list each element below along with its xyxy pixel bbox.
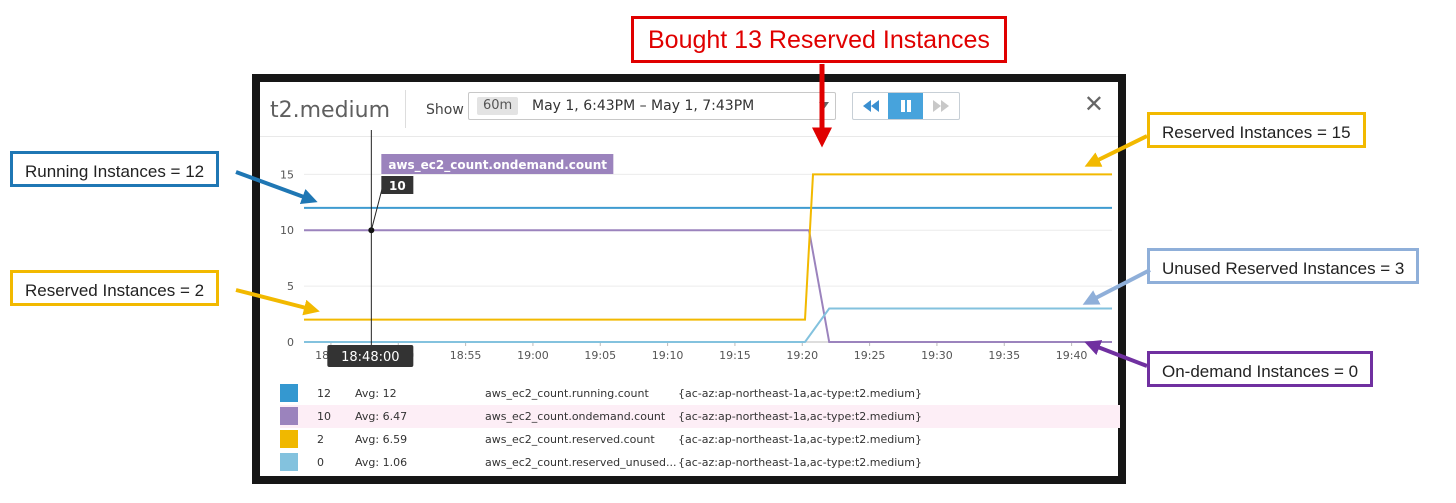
legend-metric: aws_ec2_count.running.count	[485, 387, 649, 400]
dashboard-frame: t2.medium Show 60m May 1, 6:43PM – May 1…	[252, 74, 1126, 484]
tooltip-metric: aws_ec2_count.ondemand.count	[388, 158, 607, 173]
legend-value: 0	[317, 456, 324, 469]
legend-table: 12 Avg: 12 aws_ec2_count.running.count {ac-…	[280, 382, 1120, 474]
unused-callout: Unused Reserved Instances = 3	[1147, 248, 1420, 284]
legend-tags: {ac-az:ap-northeast-1a,ac-type:t2.medium…	[678, 433, 922, 446]
bought-callout: Bought 13 Reserved Instances	[631, 16, 1007, 63]
legend-avg: Avg: 6.59	[355, 433, 408, 446]
graph-window: t2.medium Show 60m May 1, 6:43PM – May 1…	[260, 82, 1120, 476]
legend-row[interactable]: 0 Avg: 1.06 aws_ec2_count.reserved_unused.…	[280, 451, 1120, 474]
reserved-2-callout: Reserved Instances = 2	[10, 270, 220, 306]
x-tick-label: 18:55	[450, 349, 482, 362]
legend-metric: aws_ec2_count.reserved.count	[485, 433, 655, 446]
x-tick-label: 19:15	[719, 349, 751, 362]
legend-avg: Avg: 1.06	[355, 456, 408, 469]
legend-swatch	[280, 453, 298, 471]
x-tick-label: 19:25	[854, 349, 886, 362]
x-tick-label: 19:30	[921, 349, 953, 362]
series-line-3	[304, 307, 1112, 343]
hover-time: 18:48:00	[341, 350, 399, 365]
legend-value: 10	[317, 410, 331, 423]
x-tick-label: 19:35	[988, 349, 1020, 362]
legend-metric: aws_ec2_count.ondemand.count	[485, 410, 666, 423]
legend-tags: {ac-az:ap-northeast-1a,ac-type:t2.medium…	[678, 387, 922, 400]
legend-value: 2	[317, 433, 324, 446]
y-tick-label: 0	[287, 336, 294, 349]
legend-row[interactable]: 2 Avg: 6.59 aws_ec2_count.reserved.count {a…	[280, 428, 1120, 451]
legend-avg: Avg: 12	[355, 387, 397, 400]
tooltip-value: 10	[389, 179, 406, 193]
legend-tags: {ac-az:ap-northeast-1a,ac-type:t2.medium…	[678, 410, 922, 423]
x-tick-label: 19:40	[1056, 349, 1088, 362]
legend-swatch	[280, 430, 298, 448]
legend-value: 12	[317, 387, 331, 400]
legend-swatch	[280, 384, 298, 402]
y-tick-label: 15	[280, 168, 294, 181]
running-callout: Running Instances = 12	[10, 151, 220, 187]
ondemand-callout: On-demand Instances = 0	[1147, 351, 1374, 387]
legend-metric: aws_ec2_count.reserved_unused...	[485, 456, 677, 469]
x-tick-label: 19:00	[517, 349, 549, 362]
legend-row[interactable]: 10 Avg: 6.47 aws_ec2_count.ondemand.count {…	[280, 405, 1120, 428]
reserved-15-callout: Reserved Instances = 15	[1147, 112, 1366, 148]
legend-row[interactable]: 12 Avg: 12 aws_ec2_count.running.count {ac-…	[280, 382, 1120, 405]
legend-avg: Avg: 6.47	[355, 410, 408, 423]
y-tick-label: 10	[280, 224, 294, 237]
legend-swatch	[280, 407, 298, 425]
timeseries-chart[interactable]: 05101518:4518:5018:5519:0019:0519:1019:1…	[260, 82, 1118, 382]
y-tick-label: 5	[287, 280, 294, 293]
x-tick-label: 19:20	[786, 349, 818, 362]
legend-tags: {ac-az:ap-northeast-1a,ac-type:t2.medium…	[678, 456, 922, 469]
x-tick-label: 19:10	[652, 349, 684, 362]
series-line-2	[304, 173, 1112, 321]
x-tick-label: 19:05	[584, 349, 616, 362]
